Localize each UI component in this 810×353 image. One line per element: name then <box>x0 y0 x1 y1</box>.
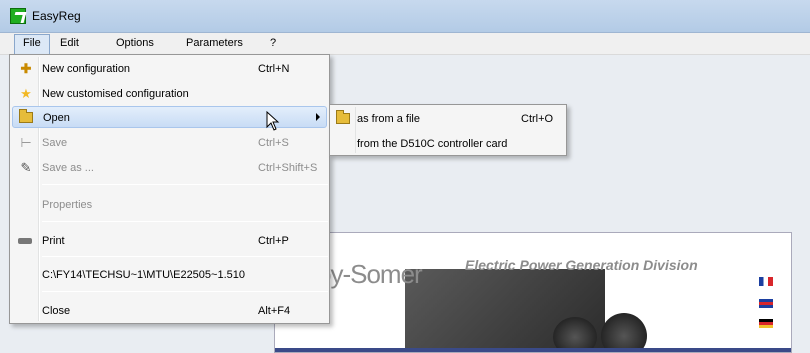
submenu-item-shortcut: Ctrl+O <box>521 113 554 125</box>
menu-item-label: Save <box>42 137 68 149</box>
menu-item-shortcut: Ctrl+P <box>258 235 289 247</box>
menu-separator <box>42 291 328 292</box>
uk-flag-icon[interactable] <box>759 299 773 308</box>
window-title: EasyReg <box>32 9 81 23</box>
submenu-item-from-file[interactable]: as from a file Ctrl+O <box>332 108 564 130</box>
controller-photo <box>405 269 647 352</box>
menu-edit[interactable]: Edit <box>52 35 87 53</box>
menu-item-label: Close <box>42 305 71 317</box>
menu-separator <box>42 184 328 185</box>
menu-item-new-customised[interactable]: ★ New customised configuration <box>12 83 327 105</box>
menu-item-close[interactable]: Close Alt+F4 <box>12 300 327 322</box>
star-icon: ★ <box>20 86 32 101</box>
save-as-icon: ✎ <box>20 160 32 175</box>
menu-item-shortcut: Ctrl+N <box>258 63 290 75</box>
open-folder-icon <box>336 110 352 127</box>
submenu-item-label: as from a file <box>357 113 420 125</box>
menu-item-label: New customised configuration <box>42 88 189 100</box>
menu-item-label: Print <box>42 235 65 247</box>
division-title: Electric Power Generation Division <box>465 257 698 273</box>
menu-item-properties[interactable]: Properties <box>12 194 327 216</box>
menu-item-shortcut: Ctrl+Shift+S <box>258 162 318 174</box>
menu-item-print[interactable]: Print Ctrl+P <box>12 230 327 252</box>
submenu-arrow-icon <box>316 113 320 121</box>
menu-bar: File Edit Options Parameters ? <box>0 33 810 55</box>
menu-item-label: C:\FY14\TECHSU~1\MTU\E22505~1.510 <box>42 269 245 281</box>
french-flag-icon[interactable] <box>759 277 773 286</box>
banner-image: oy-Somer Electric Power Generation Divis… <box>274 232 792 353</box>
printer-icon <box>18 233 34 249</box>
menu-item-recent-file[interactable]: C:\FY14\TECHSU~1\MTU\E22505~1.510 <box>12 264 327 286</box>
menu-file[interactable]: File <box>14 34 50 55</box>
open-folder-icon <box>19 109 35 126</box>
menu-item-new-configuration[interactable]: ✚ New configuration Ctrl+N <box>12 58 327 80</box>
menu-item-shortcut: Ctrl+S <box>258 137 289 149</box>
menu-item-shortcut: Alt+F4 <box>258 305 291 317</box>
submenu-item-label: from the D510C controller card <box>357 138 508 150</box>
brand-logo: oy-Somer <box>317 259 423 289</box>
banner-strip <box>275 348 791 352</box>
german-flag-icon[interactable] <box>759 319 773 328</box>
app-logo-icon <box>10 8 26 24</box>
submenu-item-from-card[interactable]: from the D510C controller card <box>332 133 564 155</box>
menu-item-label: Properties <box>42 199 93 211</box>
title-bar: EasyReg <box>0 0 810 33</box>
menu-options[interactable]: Options <box>108 35 162 53</box>
new-document-icon: ✚ <box>20 61 32 76</box>
file-menu: ✚ New configuration Ctrl+N ★ New customi… <box>9 54 330 324</box>
open-submenu: as from a file Ctrl+O from the D510C con… <box>329 104 567 156</box>
menu-item-label: New configuration <box>42 63 131 75</box>
menu-help[interactable]: ? <box>262 35 284 53</box>
menu-item-save-as[interactable]: ✎ Save as ... Ctrl+Shift+S <box>12 157 327 179</box>
capacitor-shape <box>601 313 647 352</box>
menu-item-label: Save as ... <box>42 162 94 174</box>
menu-item-save[interactable]: ⊢ Save Ctrl+S <box>12 132 327 154</box>
menu-separator <box>42 256 328 257</box>
menu-parameters[interactable]: Parameters <box>178 35 251 53</box>
menu-item-label: Open <box>43 112 70 124</box>
save-icon: ⊢ <box>20 135 32 150</box>
menu-separator <box>42 221 328 222</box>
